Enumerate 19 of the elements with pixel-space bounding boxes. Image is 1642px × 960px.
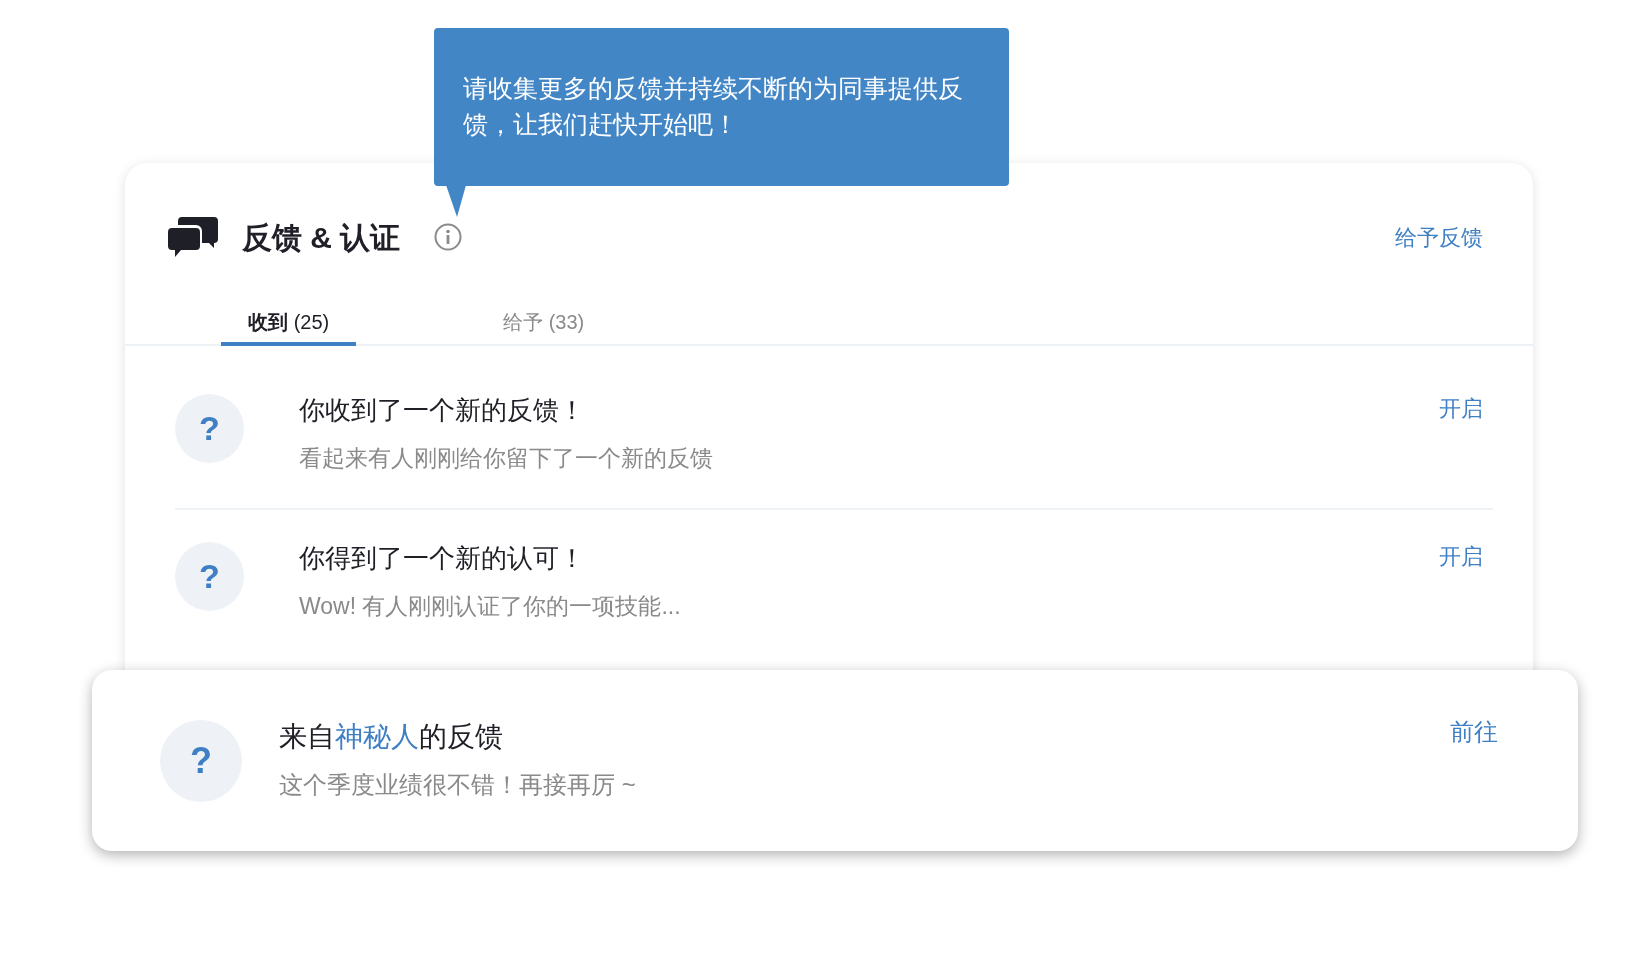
open-link[interactable]: 开启 [1439, 540, 1483, 573]
info-icon[interactable] [434, 223, 463, 251]
question-avatar: ? [175, 542, 244, 611]
tab[interactable]: 收到 (25) [221, 302, 356, 346]
chat-bubbles-icon [168, 215, 218, 259]
give-feedback-link[interactable]: 给予反馈 [1395, 220, 1483, 254]
notification-text: Wow! 有人刚刚认证了你的一项技能... [299, 592, 682, 621]
notification-text: 看起来有人刚刚给你留下了一个新的反馈 [299, 444, 714, 473]
go-link[interactable]: 前往 [1450, 714, 1498, 750]
notification-title: 你得到了一个新的认可！ [299, 542, 586, 575]
open-link[interactable]: 开启 [1439, 392, 1483, 425]
tooltip-text: 请收集更多的反馈并持续不断的为同事提供反馈，让我们赶快开始吧！ [463, 73, 964, 140]
card-title: 反馈 & 认证 [242, 219, 401, 256]
question-avatar: ? [160, 719, 242, 802]
tab[interactable]: 给予 (33) [476, 302, 611, 346]
feedback-text: 这个季度业绩很不错！再接再厉 ~ [279, 769, 637, 800]
feedback-title: 来自神秘人的反馈 [279, 719, 504, 754]
question-avatar: ? [175, 394, 244, 463]
notification-title: 你收到了一个新的反馈！ [299, 394, 586, 427]
